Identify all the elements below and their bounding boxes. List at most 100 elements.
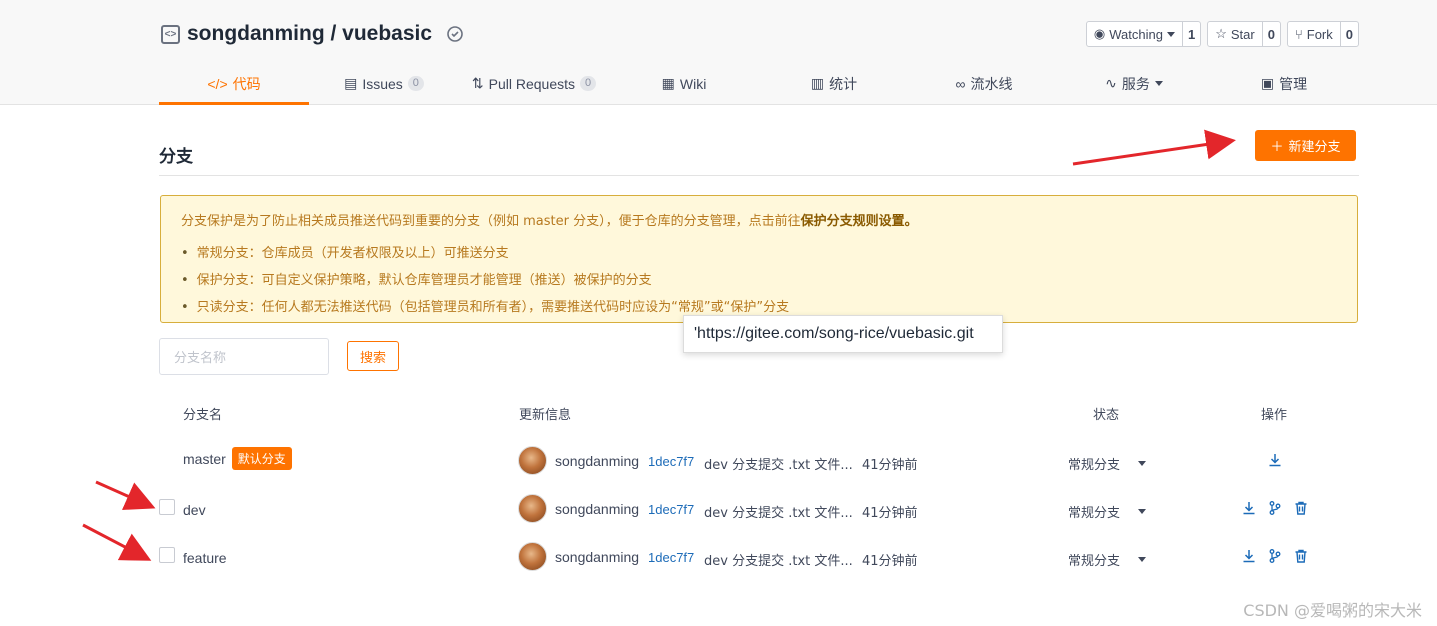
protection-rules-link[interactable]: 保护分支规则设置。 xyxy=(801,214,918,229)
tab-stats[interactable]: ▥ 统计 xyxy=(759,62,909,105)
branch-protection-notice: 分支保护是为了防止相关成员推送代码到重要的分支（例如 master 分支），便于… xyxy=(160,195,1358,323)
avatar[interactable] xyxy=(518,542,547,571)
url-tooltip: 'https://gitee.com/song-rice/vuebasic.gi… xyxy=(683,315,1003,353)
branch-checkbox[interactable] xyxy=(159,547,175,563)
download-icon[interactable] xyxy=(1242,501,1256,515)
branch-status-dropdown[interactable]: 常规分支 xyxy=(1068,550,1147,569)
commit-message[interactable]: dev 分支提交 .txt 文件... xyxy=(704,550,853,569)
arrow-to-new-branch xyxy=(1072,129,1236,166)
tab-pull-requests[interactable]: ⇅ Pull Requests 0 xyxy=(459,62,609,105)
watch-button[interactable]: ◉ Watching 1 xyxy=(1085,21,1202,47)
plus-icon: ＋ xyxy=(1270,140,1284,155)
branch-name-text[interactable]: master xyxy=(183,451,226,467)
fork-count: 0 xyxy=(1345,26,1353,42)
row-actions xyxy=(1242,501,1308,515)
branch-name-text[interactable]: dev xyxy=(183,502,206,518)
fork-button[interactable]: ⑂ Fork 0 xyxy=(1286,21,1359,47)
issues-count-badge: 0 xyxy=(407,76,424,91)
commit-sha[interactable]: 1dec7f7 xyxy=(648,502,694,517)
repo-tabs: </> 代码 ▤ Issues 0 ⇅ Pull Requests 0 ▦ Wiki ▥ 统计… xyxy=(159,62,1359,105)
branch-checkbox[interactable] xyxy=(159,499,175,515)
table-row: feature songdanming 1dec7f7 dev 分支提交 .tx… xyxy=(0,533,1437,581)
notice-intro-text: 分支保护是为了防止相关成员推送代码到重要的分支（例如 master 分支），便于… xyxy=(181,214,801,229)
branch-search-input[interactable]: 分支名称 xyxy=(159,338,329,375)
fork-label: Fork xyxy=(1306,26,1333,42)
table-row: master 默认分支 songdanming 1dec7f7 dev 分支提交 … xyxy=(0,437,1437,485)
pull-request-icon: ⇅ xyxy=(471,75,484,91)
repo-title-text[interactable]: songdanming / vuebasic xyxy=(187,22,432,46)
issues-icon: ▤ xyxy=(344,75,358,91)
search-button[interactable]: 搜索 xyxy=(347,341,399,371)
column-header-ops: 操作 xyxy=(1261,408,1288,423)
branch-status-label: 常规分支 xyxy=(1068,554,1121,569)
divider xyxy=(159,175,1359,176)
tab-label: 代码 xyxy=(232,75,261,92)
watch-label: Watching xyxy=(1109,26,1163,42)
watch-count: 1 xyxy=(1187,26,1196,42)
delete-icon[interactable] xyxy=(1294,549,1308,563)
repository-icon: <> xyxy=(161,24,180,44)
notice-item: 常规分支：仓库成员（开发者权限及以上）可推送分支 xyxy=(181,242,1337,261)
branch-status-label: 常规分支 xyxy=(1068,506,1121,521)
tab-label: 统计 xyxy=(829,75,858,92)
tab-label: Issues xyxy=(362,75,403,92)
commit-time: 41分钟前 xyxy=(862,506,918,521)
tab-pipeline[interactable]: ∞ 流水线 xyxy=(909,62,1059,105)
commit-author[interactable]: songdanming xyxy=(555,501,639,517)
merge-request-icon[interactable] xyxy=(1268,501,1282,515)
service-icon: ∿ xyxy=(1105,75,1117,91)
column-header-name: 分支名 xyxy=(183,408,223,423)
wiki-icon: ▦ xyxy=(661,75,675,91)
tab-issues[interactable]: ▤ Issues 0 xyxy=(309,62,459,105)
branch-status-dropdown[interactable]: 常规分支 xyxy=(1068,454,1147,473)
commit-author[interactable]: songdanming xyxy=(555,453,639,469)
gvp-badge-icon xyxy=(446,25,464,43)
notice-item: 保护分支：可自定义保护策略，默认仓库管理员才能管理（推送）被保护的分支 xyxy=(181,269,1337,288)
merge-request-icon[interactable] xyxy=(1268,549,1282,563)
tab-manage[interactable]: ▣ 管理 xyxy=(1209,62,1359,105)
tab-label: Wiki xyxy=(679,75,707,92)
row-actions xyxy=(1242,549,1308,563)
commit-sha[interactable]: 1dec7f7 xyxy=(648,454,694,469)
chevron-down-icon xyxy=(1166,31,1175,37)
branch-status-dropdown[interactable]: 常规分支 xyxy=(1068,502,1147,521)
pipeline-icon: ∞ xyxy=(955,75,966,92)
column-header-status: 状态 xyxy=(1093,408,1120,423)
commit-time: 41分钟前 xyxy=(862,458,918,473)
download-icon[interactable] xyxy=(1268,453,1282,467)
avatar[interactable] xyxy=(518,494,547,523)
commit-message[interactable]: dev 分支提交 .txt 文件... xyxy=(704,454,853,473)
page-title: 分支 xyxy=(159,147,193,166)
commit-author[interactable]: songdanming xyxy=(555,549,639,565)
repo-header: <> songdanming / vuebasic ◉ Watching 1 ☆ S… xyxy=(0,0,1437,105)
notice-item: 只读分支：任何人都无法推送代码（包括管理员和所有者），需要推送代码时应设为“常规… xyxy=(181,296,1337,315)
tab-wiki[interactable]: ▦ Wiki xyxy=(609,62,759,105)
branch-name[interactable]: dev xyxy=(183,502,206,518)
stats-icon: ▥ xyxy=(810,75,825,91)
star-button[interactable]: ☆ Star 0 xyxy=(1207,21,1281,47)
delete-icon[interactable] xyxy=(1294,501,1308,515)
chevron-down-icon xyxy=(1154,81,1163,86)
star-label: Star xyxy=(1230,26,1255,42)
download-icon[interactable] xyxy=(1242,549,1256,563)
avatar[interactable] xyxy=(518,446,547,475)
notice-intro: 分支保护是为了防止相关成员推送代码到重要的分支（例如 master 分支），便于… xyxy=(181,210,1337,229)
tab-code[interactable]: </> 代码 xyxy=(159,62,309,105)
branch-name[interactable]: master 默认分支 xyxy=(183,447,292,470)
default-branch-badge: 默认分支 xyxy=(231,447,292,470)
code-icon: </> xyxy=(207,75,228,92)
star-icon: ☆ xyxy=(1215,26,1227,41)
commit-message[interactable]: dev 分支提交 .txt 文件... xyxy=(704,502,853,521)
branch-name-text[interactable]: feature xyxy=(183,550,227,566)
tab-label: 管理 xyxy=(1279,75,1308,92)
repo-actions: ◉ Watching 1 ☆ Star 0 ⑂ Fork 0 xyxy=(1085,21,1359,47)
commit-sha[interactable]: 1dec7f7 xyxy=(648,550,694,565)
repo-title[interactable]: <> songdanming / vuebasic xyxy=(161,22,464,46)
branch-status-label: 常规分支 xyxy=(1068,458,1121,473)
chevron-down-icon xyxy=(1138,509,1147,514)
tab-service[interactable]: ∿ 服务 xyxy=(1059,62,1209,105)
watermark: CSDN @爱喝粥的宋大米 xyxy=(1243,601,1422,620)
new-branch-button[interactable]: ＋ 新建分支 xyxy=(1255,130,1356,161)
tab-label: 流水线 xyxy=(970,75,1013,92)
branch-name[interactable]: feature xyxy=(183,550,227,566)
